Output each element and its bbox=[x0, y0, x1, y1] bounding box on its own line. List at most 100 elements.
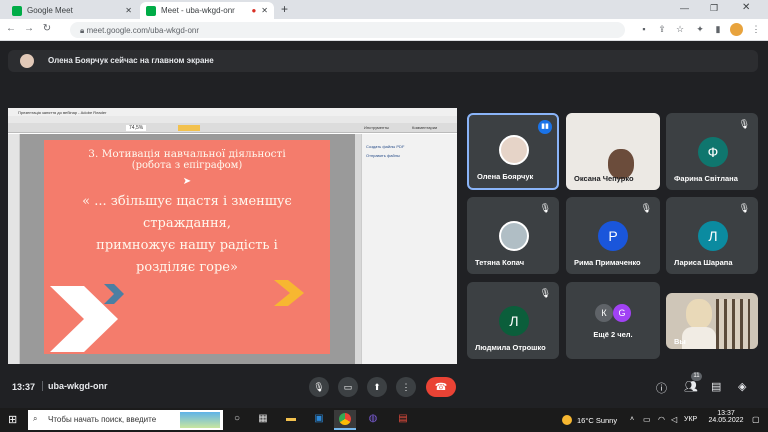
maximize-icon[interactable]: ❐ bbox=[710, 3, 718, 14]
presenter-avatar bbox=[20, 54, 34, 68]
mic-off-icon: 🎙︎ bbox=[738, 119, 750, 129]
close-window-icon[interactable]: ✕ bbox=[742, 2, 750, 13]
meeting-details-icon[interactable]: ⓘ bbox=[656, 380, 667, 396]
more-participants-label: Ещё 2 чел. bbox=[593, 330, 633, 339]
chrome-icon bbox=[339, 413, 351, 425]
tab-title: Meet - uba-wkgd-onr bbox=[161, 6, 235, 15]
close-tab-icon[interactable]: ✕ bbox=[261, 6, 268, 15]
viewer-side-panel: Создать файлы PDF Отправить файлы bbox=[361, 134, 457, 364]
store-icon[interactable]: ▣ bbox=[312, 413, 326, 427]
self-video-body bbox=[682, 327, 716, 349]
participant-tile-others[interactable]: К G Ещё 2 чел. bbox=[566, 282, 660, 359]
tools-button[interactable]: Инструменты bbox=[364, 125, 389, 130]
end-call-button[interactable]: ☎︎ bbox=[426, 377, 456, 397]
start-windows-icon[interactable]: ⊞ bbox=[8, 413, 17, 426]
file-explorer-icon[interactable]: ▬ bbox=[284, 413, 298, 427]
shared-screen: Презентація заняття до вебінар - Adobe R… bbox=[8, 108, 457, 364]
recording-dot-icon: ● bbox=[251, 6, 257, 15]
quote-line-4: розділяє горе» bbox=[136, 260, 238, 275]
search-highlight-image bbox=[180, 412, 220, 428]
participant-avatar bbox=[499, 221, 529, 251]
close-tab-icon[interactable]: ✕ bbox=[125, 6, 132, 15]
viber-icon[interactable]: ◍ bbox=[366, 413, 380, 427]
tab-meet-call[interactable]: Meet - uba-wkgd-onr ● ✕ bbox=[140, 2, 274, 19]
new-tab-button[interactable]: + bbox=[281, 2, 288, 16]
slide-heading: 3. Мотивація навчальної діяльності bbox=[88, 148, 286, 160]
participant-tile[interactable]: ▮▮ Олена Боярчук bbox=[467, 113, 559, 190]
task-view-icon[interactable]: ○ bbox=[230, 413, 244, 427]
viewer-menubar bbox=[8, 116, 457, 123]
share-icon[interactable]: ⇪ bbox=[656, 24, 668, 35]
participant-avatar-small: G bbox=[613, 304, 631, 322]
participant-tile[interactable]: 🎙︎ Р Рима Примаченко bbox=[566, 197, 660, 274]
pdf-reader-icon[interactable]: ▤ bbox=[396, 413, 410, 427]
minimize-icon[interactable]: — bbox=[680, 3, 689, 13]
chrome-taskbar-button[interactable] bbox=[334, 410, 356, 430]
wifi-icon[interactable]: ◠ bbox=[658, 415, 665, 424]
forward-icon[interactable]: → bbox=[22, 23, 36, 34]
participant-avatar bbox=[499, 135, 529, 165]
microphone-icon: 🎙︎ bbox=[313, 381, 325, 392]
send-files-link[interactable]: Отправить файлы bbox=[362, 149, 457, 158]
phone-hangup-icon: ☎︎ bbox=[434, 381, 448, 393]
language-indicator[interactable]: УКР bbox=[684, 416, 697, 423]
browser-tab-strip: Google Meet ✕ Meet - uba-wkgd-onr ● ✕ + … bbox=[0, 0, 768, 19]
mic-off-icon: 🎙︎ bbox=[738, 203, 750, 213]
url-field[interactable]: 🔒︎ meet.google.com/uba-wkgd-onr bbox=[70, 22, 625, 38]
participant-tile[interactable]: 🎙︎ Л Людмила Отрошко bbox=[467, 282, 559, 359]
tray-chevron-icon[interactable]: ˄ bbox=[630, 416, 634, 423]
windows-taskbar: ⊞ ⌕ Чтобы начать поиск, введите ○ ▦ ▬ ▣ … bbox=[0, 408, 768, 432]
sidepanel-icon[interactable]: ▮ bbox=[712, 24, 724, 35]
bookmark-star-icon[interactable]: ☆ bbox=[674, 24, 686, 35]
camera-toggle-button[interactable]: ▭ bbox=[338, 377, 358, 397]
search-placeholder: Чтобы начать поиск, введите bbox=[48, 415, 157, 424]
back-icon[interactable]: ← bbox=[4, 23, 18, 34]
tab-title: Google Meet bbox=[27, 6, 73, 15]
taskbar-clock[interactable]: 13:37 24.05.2022 bbox=[706, 410, 746, 424]
volume-icon[interactable]: ◁ bbox=[671, 415, 677, 424]
network-icon[interactable]: ▭ bbox=[643, 415, 651, 424]
chrome-menu-icon[interactable]: ⋮ bbox=[750, 24, 762, 35]
activities-icon[interactable]: ◈ bbox=[738, 380, 746, 393]
camera-indicator-icon[interactable]: ▪ bbox=[638, 24, 650, 34]
meet-favicon-icon bbox=[146, 5, 156, 16]
small-arrow-icon: ➤ bbox=[182, 176, 192, 187]
mic-off-icon: 🎙︎ bbox=[539, 203, 551, 213]
weather-text[interactable]: 16°C Sunny bbox=[577, 416, 617, 425]
toolbar-highlight-icon bbox=[178, 125, 200, 131]
reload-icon[interactable]: ↻ bbox=[40, 23, 54, 34]
tab-google-meet[interactable]: Google Meet ✕ bbox=[6, 2, 138, 19]
task-grid-icon[interactable]: ▦ bbox=[256, 413, 270, 427]
participant-tile[interactable]: Оксана Чепурко bbox=[566, 113, 660, 190]
quote-line-2: страждання, bbox=[143, 216, 231, 231]
participant-tile[interactable]: 🎙︎ Л Лариса Шарапа bbox=[666, 197, 758, 274]
participant-avatar: Л bbox=[698, 221, 728, 251]
notifications-icon[interactable]: ▢ bbox=[752, 415, 760, 424]
presentation-slide: 3. Мотивація навчальної діяльності (робо… bbox=[44, 140, 330, 354]
more-options-button[interactable]: ⋮ bbox=[396, 377, 416, 397]
mic-toggle-button[interactable]: 🎙︎ bbox=[309, 377, 329, 397]
speaking-indicator-icon: ▮▮ bbox=[538, 120, 552, 134]
weather-sun-icon bbox=[562, 415, 572, 425]
meeting-time: 13:37 bbox=[12, 382, 36, 392]
yellow-chevron-icon bbox=[274, 280, 304, 306]
extensions-icon[interactable]: ✦ bbox=[694, 24, 706, 35]
participant-tile[interactable]: 🎙︎ Ф Фарина Світлана bbox=[666, 113, 758, 190]
participant-name: Оксана Чепурко bbox=[574, 174, 634, 183]
participant-tile[interactable]: 🎙︎ Тетяна Копач bbox=[467, 197, 559, 274]
present-button[interactable]: ⬆ bbox=[367, 377, 387, 397]
url-text: meet.google.com/uba-wkgd-onr bbox=[86, 26, 200, 35]
comments-button[interactable]: Комментарии bbox=[412, 125, 437, 130]
slide-subheading: (робота з епіграфом) bbox=[131, 160, 243, 171]
profile-avatar[interactable] bbox=[730, 23, 743, 36]
quote-line-3: примножує нашу радість і bbox=[96, 238, 278, 253]
self-video-figure bbox=[686, 299, 712, 329]
participant-name: Тетяна Копач bbox=[475, 258, 525, 267]
chat-icon[interactable]: ▤ bbox=[711, 380, 721, 393]
people-icon[interactable]: 👥︎ bbox=[684, 380, 698, 393]
self-view-tile[interactable]: Вы bbox=[666, 293, 758, 349]
participant-name: Фарина Світлана bbox=[674, 174, 738, 183]
viewer-toolbar: 74,5% Инструменты Комментарии bbox=[8, 123, 457, 133]
create-pdf-link[interactable]: Создать файлы PDF bbox=[362, 134, 457, 149]
participant-name: Лариса Шарапа bbox=[674, 258, 733, 267]
